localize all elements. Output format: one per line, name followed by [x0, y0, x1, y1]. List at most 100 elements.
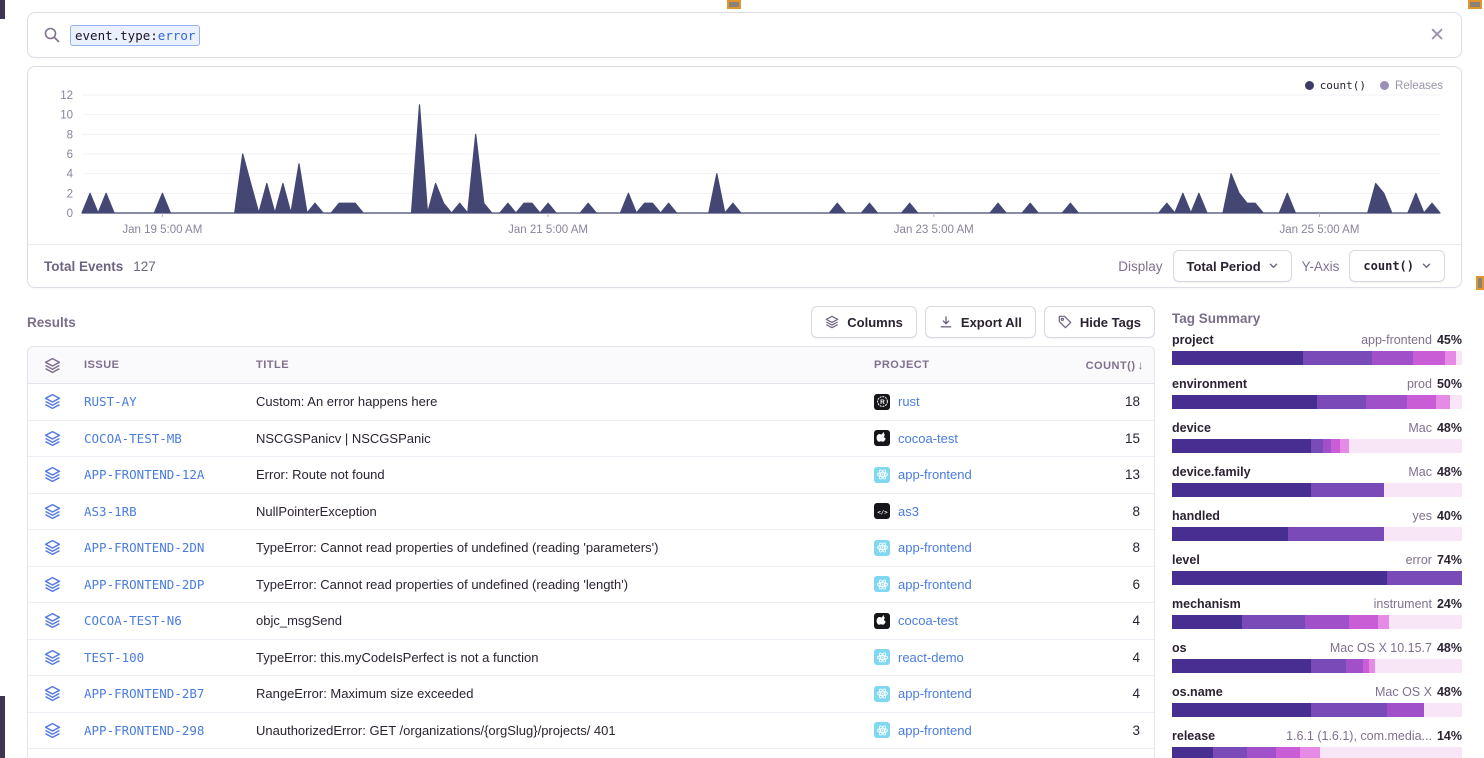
- project-link[interactable]: app-frontend: [898, 577, 972, 592]
- tag-bar-segment[interactable]: [1172, 615, 1242, 629]
- search-query-token[interactable]: event.type: error: [70, 25, 200, 46]
- tag-bar-segment[interactable]: [1387, 571, 1462, 585]
- tag-distribution-bar[interactable]: [1172, 527, 1462, 541]
- project-link[interactable]: react-demo: [898, 650, 964, 665]
- clear-search-icon[interactable]: ✕: [1429, 26, 1445, 45]
- yaxis-dropdown[interactable]: count(): [1349, 250, 1445, 282]
- tag-bar-segment[interactable]: [1346, 659, 1363, 673]
- tag-bar-segment[interactable]: [1172, 659, 1311, 673]
- issue-link[interactable]: COCOA-TEST-N6: [84, 613, 182, 628]
- tag-bar-segment[interactable]: [1378, 615, 1390, 629]
- tag-bar-segment[interactable]: [1389, 615, 1462, 629]
- tag-distribution-bar[interactable]: [1172, 395, 1462, 409]
- svg-text:2: 2: [67, 188, 73, 200]
- tag-bar-segment[interactable]: [1436, 395, 1451, 409]
- project-link[interactable]: cocoa-test: [898, 613, 958, 628]
- tag-bar-segment[interactable]: [1276, 747, 1299, 758]
- issue-link[interactable]: AS3-1RB: [84, 504, 137, 519]
- table-row[interactable]: COCOA-TEST-N6 objc_msgSend cocoa-test 4: [28, 603, 1154, 640]
- tag-bar-segment[interactable]: [1303, 351, 1373, 365]
- table-row[interactable]: APP-FRONTEND-2B7 RangeError: Maximum siz…: [28, 676, 1154, 713]
- tag-bar-segment[interactable]: [1407, 395, 1436, 409]
- tag-bar-segment[interactable]: [1311, 483, 1384, 497]
- tag-bar-segment[interactable]: [1317, 395, 1366, 409]
- tag-bar-segment[interactable]: [1320, 747, 1462, 758]
- tag-distribution-bar[interactable]: [1172, 615, 1462, 629]
- tag-distribution-bar[interactable]: [1172, 571, 1462, 585]
- tag-bar-segment[interactable]: [1213, 747, 1248, 758]
- tag-bar-segment[interactable]: [1172, 747, 1213, 758]
- table-row[interactable]: APP-FRONTEND-12A Error: Route not found …: [28, 457, 1154, 494]
- issue-link[interactable]: COCOA-TEST-MB: [84, 431, 182, 446]
- tag-bar-segment[interactable]: [1349, 439, 1462, 453]
- project-link[interactable]: app-frontend: [898, 686, 972, 701]
- column-header-issue[interactable]: ISSUE: [76, 359, 248, 371]
- tag-bar-segment[interactable]: [1424, 703, 1462, 717]
- issue-link[interactable]: TEST-100: [84, 650, 144, 665]
- tag-bar-segment[interactable]: [1172, 351, 1303, 365]
- tag-bar-segment[interactable]: [1340, 439, 1349, 453]
- hide-tags-button[interactable]: Hide Tags: [1044, 306, 1155, 338]
- project-link[interactable]: app-frontend: [898, 540, 972, 555]
- issue-link[interactable]: RUST-AY: [84, 394, 137, 409]
- tag-bar-segment[interactable]: [1323, 439, 1332, 453]
- tag-distribution-bar[interactable]: [1172, 703, 1462, 717]
- project-link[interactable]: as3: [898, 504, 919, 519]
- tag-bar-segment[interactable]: [1311, 703, 1386, 717]
- column-header-count[interactable]: COUNT()↓: [1066, 358, 1154, 372]
- tag-bar-segment[interactable]: [1172, 439, 1311, 453]
- tag-bar-segment[interactable]: [1372, 351, 1413, 365]
- table-row[interactable]: RUST-AY Custom: An error happens here R …: [28, 384, 1154, 421]
- tag-bar-segment[interactable]: [1384, 483, 1462, 497]
- tag-bar-segment[interactable]: [1456, 351, 1462, 365]
- table-row[interactable]: APP-FRONTEND-2DP TypeError: Cannot read …: [28, 567, 1154, 604]
- tag-bar-segment[interactable]: [1172, 527, 1288, 541]
- tag-distribution-bar[interactable]: [1172, 351, 1462, 365]
- table-row[interactable]: AS3-1RB NullPointerException </> as3 8: [28, 494, 1154, 531]
- tag-bar-segment[interactable]: [1305, 615, 1349, 629]
- table-row[interactable]: APP-FRONTEND-298 UnauthorizedError: GET …: [28, 713, 1154, 750]
- issue-link[interactable]: APP-FRONTEND-2B7: [84, 686, 204, 701]
- project-link[interactable]: app-frontend: [898, 467, 972, 482]
- search-bar[interactable]: event.type: error ✕: [27, 12, 1462, 58]
- project-link[interactable]: app-frontend: [898, 723, 972, 738]
- tag-distribution-bar[interactable]: [1172, 439, 1462, 453]
- tag-distribution-bar[interactable]: [1172, 747, 1462, 758]
- tag-bar-segment[interactable]: [1172, 703, 1311, 717]
- tag-bar-segment[interactable]: [1331, 439, 1340, 453]
- tag-bar-segment[interactable]: [1349, 615, 1378, 629]
- tag-bar-segment[interactable]: [1311, 659, 1346, 673]
- tag-bar-segment[interactable]: [1413, 351, 1445, 365]
- table-row[interactable]: APP-FRONTEND-2DN TypeError: Cannot read …: [28, 530, 1154, 567]
- issue-link[interactable]: APP-FRONTEND-2DP: [84, 577, 204, 592]
- events-area-chart[interactable]: 024681012Jan 19 5:00 AMJan 21 5:00 AMJan…: [42, 81, 1446, 247]
- tag-bar-segment[interactable]: [1387, 703, 1425, 717]
- tag-bar-segment[interactable]: [1311, 439, 1323, 453]
- tag-bar-segment[interactable]: [1288, 527, 1384, 541]
- issue-link[interactable]: APP-FRONTEND-298: [84, 723, 204, 738]
- tag-bar-segment[interactable]: [1375, 659, 1462, 673]
- table-row[interactable]: COCOA-TEST-MB NSCGSPanicv | NSCGSPanic c…: [28, 421, 1154, 458]
- tag-bar-segment[interactable]: [1172, 571, 1387, 585]
- issue-link[interactable]: APP-FRONTEND-12A: [84, 467, 204, 482]
- tag-bar-segment[interactable]: [1247, 747, 1276, 758]
- display-dropdown[interactable]: Total Period: [1173, 250, 1292, 282]
- tag-distribution-bar[interactable]: [1172, 659, 1462, 673]
- tag-bar-segment[interactable]: [1445, 351, 1457, 365]
- column-header-project[interactable]: PROJECT: [866, 359, 1066, 371]
- column-header-title[interactable]: TITLE: [248, 359, 866, 371]
- tag-bar-segment[interactable]: [1384, 527, 1462, 541]
- project-link[interactable]: cocoa-test: [898, 431, 958, 446]
- issue-link[interactable]: APP-FRONTEND-2DN: [84, 540, 204, 555]
- tag-distribution-bar[interactable]: [1172, 483, 1462, 497]
- columns-button[interactable]: Columns: [811, 306, 917, 338]
- export-all-button[interactable]: Export All: [925, 306, 1036, 338]
- tag-bar-segment[interactable]: [1172, 483, 1311, 497]
- tag-bar-segment[interactable]: [1450, 395, 1462, 409]
- tag-bar-segment[interactable]: [1172, 395, 1317, 409]
- project-link[interactable]: rust: [898, 394, 920, 409]
- table-row[interactable]: TEST-100 TypeError: this.myCodeIsPerfect…: [28, 640, 1154, 677]
- tag-bar-segment[interactable]: [1300, 747, 1320, 758]
- tag-bar-segment[interactable]: [1242, 615, 1306, 629]
- tag-bar-segment[interactable]: [1366, 395, 1407, 409]
